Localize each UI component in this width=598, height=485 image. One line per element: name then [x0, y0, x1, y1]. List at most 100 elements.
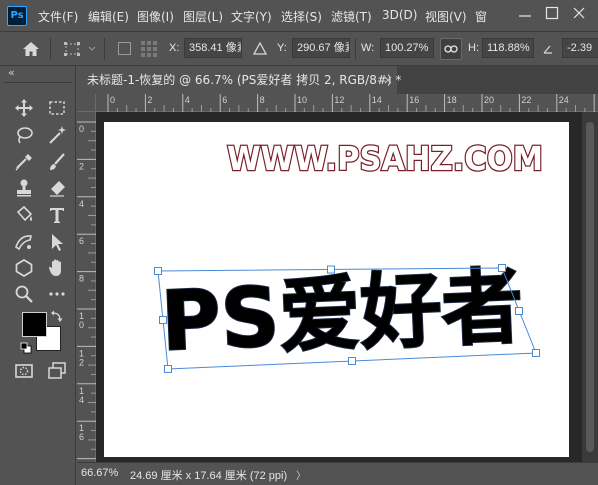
- hand-tool[interactable]: [45, 256, 69, 280]
- ellipsis-icon: [49, 292, 65, 296]
- pen-tool[interactable]: [12, 230, 36, 254]
- ruler-label: 16: [409, 95, 419, 105]
- height-scale-field[interactable]: 118.88%: [482, 38, 534, 58]
- swap-colors-icon[interactable]: [51, 310, 63, 322]
- y-position-field[interactable]: 290.67 像素: [292, 38, 350, 58]
- vertical-scrollbar[interactable]: [582, 112, 598, 462]
- menu-window[interactable]: 窗: [475, 8, 487, 25]
- close-window-icon[interactable]: [572, 6, 586, 20]
- rotate-angle-icon: [543, 45, 552, 54]
- transform-handle-middle-left[interactable]: [159, 316, 167, 324]
- ruler-origin[interactable]: [77, 94, 96, 112]
- eraser-tool[interactable]: [45, 176, 69, 200]
- menu-file[interactable]: 文件(F): [38, 8, 78, 25]
- more-tools-button[interactable]: [45, 282, 69, 306]
- ruler-label: 4: [185, 95, 190, 105]
- transform-handle-middle-right[interactable]: [515, 307, 523, 315]
- transform-handle-bottom-left[interactable]: [164, 365, 172, 373]
- ruler-label: 6: [79, 236, 84, 246]
- ruler-label: 4: [79, 395, 84, 405]
- transform-move-icon[interactable]: [63, 41, 81, 57]
- paint-bucket-tool[interactable]: [12, 203, 36, 227]
- scrollbar-thumb[interactable]: [586, 122, 594, 452]
- type-tool[interactable]: [45, 203, 69, 227]
- photoshop-logo[interactable]: Ps: [7, 6, 27, 26]
- tools-panel: «: [0, 66, 76, 485]
- lasso-tool[interactable]: [12, 123, 36, 147]
- vertical-ruler[interactable]: 0246810121416: [77, 112, 96, 462]
- link-aspect-button[interactable]: [440, 38, 462, 60]
- maximize-icon[interactable]: [545, 6, 559, 20]
- document-tab-bar: 未标题-1-恢复的 @ 66.7% (PS爱好者 拷贝 2, RGB/8#) *…: [77, 66, 598, 94]
- pen-icon: [15, 235, 33, 251]
- brush-tool[interactable]: [45, 150, 69, 174]
- ruler-label: 8: [79, 274, 84, 284]
- magic-wand-tool[interactable]: [45, 123, 69, 147]
- ruler-label: 8: [260, 95, 265, 105]
- menu-3d[interactable]: 3D(D): [382, 8, 417, 22]
- rotation-angle-field[interactable]: -2.39: [562, 38, 598, 58]
- quick-mask-button[interactable]: [12, 359, 36, 383]
- zoom-level[interactable]: 66.67%: [81, 467, 118, 479]
- status-bar: 66.67% 24.69 厘米 x 17.64 厘米 (72 ppi) 〉: [77, 462, 598, 485]
- menu-image[interactable]: 图像(I): [137, 8, 174, 25]
- move-tool[interactable]: [12, 96, 36, 120]
- home-icon[interactable]: [22, 41, 40, 57]
- screen-mode-icon: [48, 362, 66, 379]
- status-menu-arrow[interactable]: 〉: [296, 467, 306, 482]
- horizontal-ruler[interactable]: 0 2 4 6 8 10 12 14 16 18 20 22 24: [96, 94, 598, 112]
- document-size: 24.69 厘米 x 17.64 厘米 (72 ppi): [130, 470, 288, 482]
- paint-bucket-icon: [16, 205, 33, 222]
- ruler-label: 18: [447, 95, 457, 105]
- ruler-label: 20: [484, 95, 494, 105]
- x-label: X:: [169, 42, 180, 54]
- transform-handle-bottom-right[interactable]: [532, 349, 540, 357]
- width-scale-field[interactable]: 100.27%: [380, 38, 434, 58]
- default-colors-icon[interactable]: [20, 342, 32, 354]
- menu-bar: Ps 文件(F) 编辑(E) 图像(I) 图层(L) 文字(Y) 选择(S) 滤…: [0, 0, 598, 32]
- y-label: Y:: [277, 42, 287, 54]
- x-position-field[interactable]: 358.41 像素: [184, 38, 242, 58]
- ruler-label: 14: [372, 95, 382, 105]
- rectangular-marquee-icon: [49, 101, 65, 115]
- zoom-tool[interactable]: [12, 282, 36, 306]
- reference-point-grid-icon[interactable]: [140, 40, 158, 58]
- menu-type[interactable]: 文字(Y): [231, 8, 272, 25]
- minimize-icon[interactable]: [518, 10, 532, 22]
- zoom-magnifier-icon: [15, 285, 33, 303]
- ruler-label: 24: [559, 95, 569, 105]
- ruler-label: 22: [521, 95, 531, 105]
- menu-edit[interactable]: 编辑(E): [88, 8, 129, 25]
- transform-handle-top-right[interactable]: [498, 264, 506, 272]
- menu-view[interactable]: 视图(V): [425, 8, 467, 25]
- relative-position-triangle-icon[interactable]: [253, 42, 267, 55]
- transform-handle-top-middle[interactable]: [327, 265, 335, 274]
- canvas-text-url[interactable]: WWW.PSAHZ.COM: [226, 138, 545, 180]
- stamp-tool[interactable]: [12, 176, 36, 200]
- w-label: W:: [361, 42, 375, 54]
- polygon-shape-icon: [15, 259, 33, 277]
- chevron-down-icon[interactable]: [88, 46, 96, 52]
- link-icon: [444, 45, 458, 53]
- ruler-label: 4: [79, 199, 84, 209]
- path-selection-tool[interactable]: [45, 230, 69, 254]
- transform-handle-bottom-middle[interactable]: [348, 357, 356, 365]
- close-tab-icon[interactable]: ×: [383, 66, 393, 94]
- canvas-text-ps-lovers[interactable]: PS爱好者: [158, 259, 526, 371]
- path-selection-arrow-icon: [52, 234, 63, 251]
- collapse-panel-icon[interactable]: «: [8, 66, 15, 79]
- options-bar: X: 358.41 像素 Y: 290.67 像素 W: 100.27% H: …: [0, 32, 598, 66]
- move-tool-icon: [15, 99, 33, 117]
- menu-select[interactable]: 选择(S): [281, 8, 322, 25]
- reference-point-checkbox[interactable]: [118, 42, 131, 55]
- document-canvas[interactable]: WWW.PSAHZ.COM PS爱好者: [104, 122, 569, 457]
- foreground-color-swatch[interactable]: [22, 312, 47, 337]
- eyedropper-tool[interactable]: [12, 150, 36, 174]
- shape-tool[interactable]: [12, 256, 36, 280]
- document-tab[interactable]: 未标题-1-恢复的 @ 66.7% (PS爱好者 拷贝 2, RGB/8#) *: [77, 66, 401, 94]
- menu-filter[interactable]: 滤镜(T): [331, 8, 372, 25]
- menu-layer[interactable]: 图层(L): [183, 8, 223, 25]
- transform-handle-top-left[interactable]: [154, 267, 162, 275]
- screen-mode-button[interactable]: [45, 359, 69, 383]
- marquee-tool[interactable]: [45, 96, 69, 120]
